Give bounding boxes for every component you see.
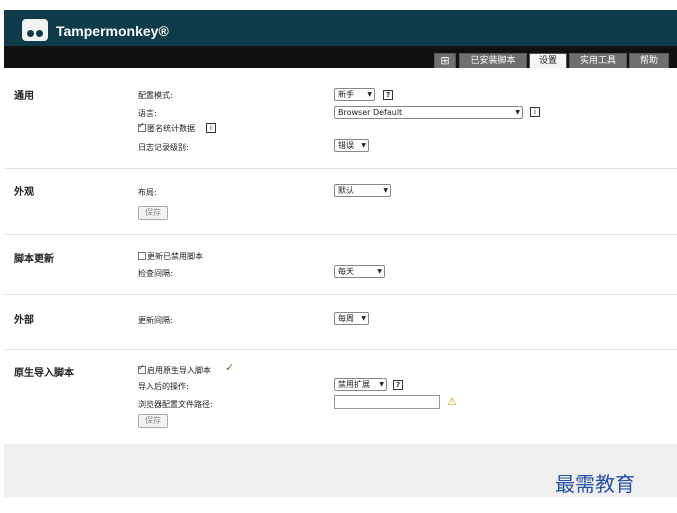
update-interval-select[interactable]: 每周 ▼ (334, 312, 369, 325)
tab-installed-scripts[interactable]: 已安装脚本 (459, 53, 527, 68)
section-title-external: 外部 (14, 315, 34, 326)
log-level-value: 错误 (338, 141, 354, 150)
chevron-down-icon: ▼ (377, 268, 382, 275)
anon-stats-label: 匿名统计数据 (147, 124, 195, 133)
tampermonkey-logo-icon (22, 19, 48, 41)
check-interval-label: 检查间隔: (138, 269, 173, 278)
app-header: Tampermonkey® (4, 10, 677, 46)
after-import-label: 导入后的操作: (138, 382, 189, 391)
watermark-text: 最需教育 (555, 472, 635, 496)
tab-settings[interactable]: 设置 (529, 53, 567, 68)
chevron-down-icon: ▼ (367, 91, 372, 98)
browser-profile-label: 浏览器配置文件路径: (138, 400, 213, 409)
layout-label: 布局: (138, 188, 157, 197)
tab-bar: ⊞ 已安装脚本 设置 实用工具 帮助 (4, 46, 677, 68)
layout-select[interactable]: 默认 ▼ (334, 184, 391, 197)
section-divider (4, 234, 677, 235)
warning-icon: ⚠ (447, 395, 457, 408)
log-level-label: 日志记录级别: (138, 143, 189, 152)
section-divider (4, 349, 677, 350)
log-level-select[interactable]: 错误 ▼ (334, 139, 369, 152)
language-value: Browser Default (338, 108, 403, 117)
chevron-down-icon: ▼ (383, 187, 388, 194)
chevron-down-icon: ▼ (361, 315, 366, 322)
tab-new-script[interactable]: ⊞ (434, 53, 456, 68)
language-select[interactable]: Browser Default ▼ (334, 106, 523, 119)
check-interval-value: 每天 (338, 267, 354, 276)
chevron-down-icon: ▼ (361, 142, 366, 149)
update-interval-label: 更新间隔: (138, 316, 173, 325)
chevron-down-icon: ▼ (515, 109, 520, 116)
section-title-general: 通用 (14, 91, 34, 102)
native-import-save-button[interactable]: 保存 (138, 414, 168, 428)
section-divider (4, 168, 677, 169)
section-title-appearance: 外观 (14, 187, 34, 198)
tab-help[interactable]: 帮助 (629, 53, 669, 68)
anon-stats-checkbox[interactable] (138, 121, 146, 132)
info-icon[interactable]: i (206, 123, 216, 133)
update-disabled-label: 更新已禁用脚本 (147, 252, 203, 261)
enable-native-import-checkbox[interactable] (138, 363, 146, 374)
help-question-icon[interactable]: ? (383, 90, 393, 100)
info-icon[interactable]: i (530, 107, 540, 117)
help-question-icon[interactable]: ? (393, 380, 403, 390)
check-icon: ✓ (225, 361, 235, 374)
after-import-value: 禁用扩展 (338, 380, 370, 389)
chevron-down-icon: ▼ (379, 381, 384, 388)
check-interval-select[interactable]: 每天 ▼ (334, 265, 385, 278)
config-mode-label: 配置模式: (138, 91, 173, 100)
after-import-select[interactable]: 禁用扩展 ▼ (334, 378, 387, 391)
section-divider (4, 294, 677, 295)
config-mode-value: 新手 (338, 90, 354, 99)
browser-profile-input[interactable] (334, 395, 440, 409)
update-interval-value: 每周 (338, 314, 354, 323)
section-title-native-import: 原生导入脚本 (14, 368, 74, 379)
layout-value: 默认 (338, 186, 354, 195)
section-title-script-update: 脚本更新 (14, 254, 54, 265)
enable-native-import-label: 启用原生导入脚本 (147, 366, 211, 375)
tab-utilities[interactable]: 实用工具 (569, 53, 627, 68)
language-label: 语言: (138, 109, 157, 118)
update-disabled-checkbox[interactable] (138, 252, 146, 260)
config-mode-select[interactable]: 新手 ▼ (334, 88, 375, 101)
brand-title: Tampermonkey® (56, 23, 169, 39)
appearance-save-button[interactable]: 保存 (138, 206, 168, 220)
